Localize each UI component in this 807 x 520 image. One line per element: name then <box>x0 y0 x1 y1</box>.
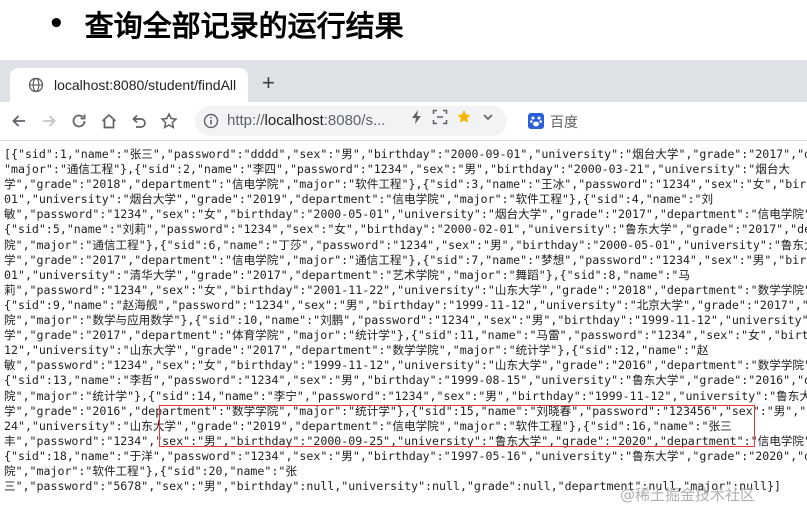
back-arrow-icon[interactable] <box>8 110 30 132</box>
lightning-icon[interactable] <box>408 108 426 126</box>
baidu-paw-icon <box>528 113 544 129</box>
json-line: 学","grade":"2018","department":"信电学院","m… <box>4 177 807 192</box>
chevron-down-icon[interactable] <box>479 108 497 126</box>
json-line: {"sid":9,"name":"赵海舰","password":"1234",… <box>4 297 807 312</box>
json-line: [{"sid":1,"name":"张三","password":"dddd",… <box>4 147 807 161</box>
browser-window: localhost:8080/student/findAll + http://… <box>0 60 807 520</box>
globe-icon <box>28 77 44 93</box>
favorite-star-icon[interactable] <box>455 108 473 126</box>
search-engine-label: 百度 <box>550 114 578 130</box>
browser-toolbar: http://localhost:8080/s... 百度 <box>0 102 807 141</box>
url-host: localhost <box>264 112 324 129</box>
json-line: 12","university":"山东大学","grade":"2017","… <box>4 343 709 358</box>
slide-title-text: 查询全部记录的运行结果 <box>84 9 404 43</box>
highlight-box <box>159 405 755 447</box>
json-line: 敏","password":"1234","sex":"女","birthday… <box>4 207 807 222</box>
tab-title: localhost:8080/student/findAll <box>54 77 237 93</box>
json-line: 院","major":"数学与应用数学"},{"sid":10,"name":"… <box>4 313 807 328</box>
bookmark-star-icon[interactable] <box>158 110 180 132</box>
undo-icon[interactable] <box>128 110 150 132</box>
json-line: 01","university":"烟台大学","grade":"2019","… <box>4 192 714 207</box>
json-line: "major":"通信工程"},{"sid":2,"name":"李四","pa… <box>4 162 791 177</box>
reload-icon[interactable] <box>68 110 90 132</box>
site-info-icon[interactable] <box>203 113 219 129</box>
new-tab-button[interactable]: + <box>262 70 275 96</box>
url-rest: :8080/s... <box>323 112 386 129</box>
json-line: 01","university":"清华大学","grade":"2017","… <box>4 267 690 282</box>
page-content: [{"sid":1,"name":"张三","password":"dddd",… <box>0 140 807 520</box>
search-box[interactable]: 百度 <box>520 106 790 136</box>
screenshot-icon[interactable] <box>431 108 449 126</box>
json-line: 学","grade":"2017","department":"信电学院","m… <box>4 252 807 267</box>
json-line: 院","major":"通信工程"},{"sid":6,"name":"丁莎",… <box>4 237 807 252</box>
json-line: 院","major":"统计学"},{"sid":14,"name":"李宁",… <box>4 388 807 403</box>
json-line: 敏","password":"1234","sex":"女","birthday… <box>4 358 807 373</box>
browser-tab-active[interactable]: localhost:8080/student/findAll <box>10 68 248 102</box>
forward-arrow-icon[interactable] <box>38 110 60 132</box>
json-line: 院","major":"软件工程"},{"sid":20,"name":"张 <box>4 463 297 478</box>
json-line: {"sid":5,"name":"刘莉","password":"1234","… <box>4 222 807 237</box>
watermark: @稀土掘金技术社区 <box>620 486 756 504</box>
home-icon[interactable] <box>98 110 120 132</box>
json-line: 莉","password":"1234","sex":"女","birthday… <box>4 282 807 297</box>
url-text: http://localhost:8080/s... <box>227 112 385 129</box>
url-prefix: http:// <box>227 112 265 129</box>
bullet-point: • <box>48 9 65 39</box>
slide-title: • 查询全部记录的运行结果 <box>48 2 404 46</box>
json-line: {"sid":18,"name":"于洋","password":"1234",… <box>4 448 807 463</box>
json-line: {"sid":13,"name":"李哲","password":"1234",… <box>4 373 807 388</box>
tab-strip: localhost:8080/student/findAll + <box>0 60 807 102</box>
json-line: 学","grade":"2017","department":"体育学院","m… <box>4 328 807 343</box>
